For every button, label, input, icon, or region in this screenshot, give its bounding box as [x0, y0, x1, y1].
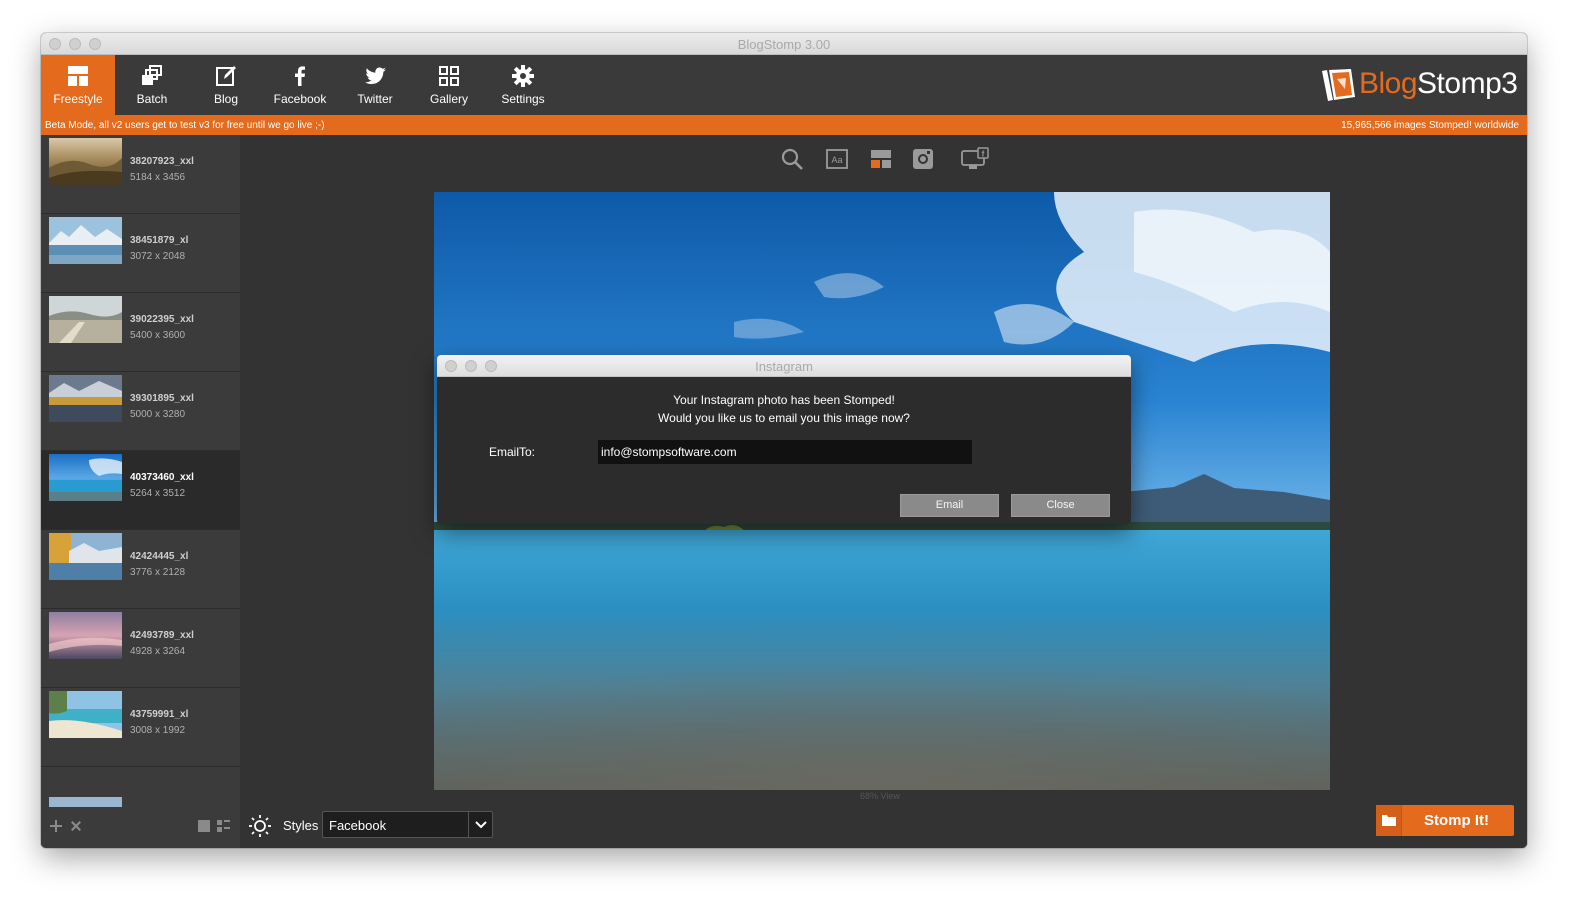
- image-list-item[interactable]: 38207923_xxl 5184 x 3456: [41, 135, 240, 214]
- logo-mark-icon: [1322, 69, 1355, 101]
- close-button[interactable]: Close: [1011, 494, 1110, 517]
- image-dimensions: 5184 x 3456: [130, 172, 186, 183]
- toolbar-facebook[interactable]: Facebook: [263, 55, 337, 115]
- toolbar-label: Facebook: [273, 92, 327, 106]
- window-titlebar: BlogStomp 3.00: [41, 33, 1527, 55]
- email-button[interactable]: Email: [900, 494, 999, 517]
- image-list-item[interactable]: 38451879_xl 3072 x 2048: [41, 214, 240, 293]
- image-list-item[interactable]: 40373460_xxl 5264 x 3512: [41, 451, 240, 530]
- toolbar-gallery[interactable]: Gallery: [412, 55, 486, 115]
- dialog-message-line2: Would you like us to email you this imag…: [658, 411, 910, 425]
- logo-blog-text: Blog: [1359, 67, 1418, 100]
- image-dimensions: 5400 x 3600: [130, 330, 186, 341]
- stomp-folder: [1376, 805, 1402, 836]
- freestyle-icon: [68, 66, 88, 86]
- sidebar-footer: [41, 807, 240, 848]
- beta-message: Beta Mode, all v2 users get to test v3 f…: [45, 120, 325, 131]
- image-dimensions: 5264 x 3512: [130, 488, 186, 499]
- window-title: BlogStomp 3.00: [737, 37, 831, 52]
- thumbnail-image: [49, 533, 122, 580]
- image-list-item[interactable]: 42424445_xl 3776 x 2128: [41, 530, 240, 609]
- image-list-sidebar: 38207923_xxl 5184 x 3456 38451879_xl 307…: [41, 135, 240, 848]
- toolbar-twitter[interactable]: Twitter: [338, 55, 412, 115]
- image-filename: 39301895_xxl: [130, 393, 194, 404]
- image-dimensions: 4928 x 3264: [130, 646, 186, 657]
- list-view-icon[interactable]: [217, 820, 230, 832]
- image-list-item[interactable]: 43759991_xl 3008 x 1992: [41, 688, 240, 767]
- image-dimensions: 5000 x 3280: [130, 409, 186, 420]
- stomp-it-button[interactable]: Stomp It!: [1376, 805, 1514, 836]
- stomp-counter: 15,965,566 images Stomped! worldwide: [1341, 120, 1519, 131]
- beta-banner: Beta Mode, all v2 users get to test v3 f…: [41, 115, 1527, 135]
- instagram-icon[interactable]: [911, 147, 935, 171]
- toolbar-label: Settings: [501, 92, 545, 106]
- dialog-message-line1: Your Instagram photo has been Stomped!: [673, 393, 895, 407]
- thumbnail-image: [49, 691, 122, 738]
- image-filename: 43759991_xl: [130, 709, 189, 720]
- main-toolbar: Freestyle Batch Blog Facebook Twitter Ga…: [41, 55, 1527, 115]
- image-filename: 42493789_xxl: [130, 630, 194, 641]
- instagram-dialog: Instagram Your Instagram photo has been …: [437, 355, 1131, 524]
- gear-icon: [512, 65, 534, 87]
- toolbar-label: Freestyle: [53, 92, 103, 106]
- toolbar-freestyle[interactable]: Freestyle: [41, 55, 115, 115]
- image-list-item[interactable]: 42493789_xxl 4928 x 3264: [41, 609, 240, 688]
- toolbar-label: Gallery: [429, 92, 468, 106]
- image-filename: 39022395_xxl: [130, 314, 194, 325]
- svg-text:Aa: Aa: [831, 155, 842, 165]
- dialog-title: Instagram: [755, 359, 813, 374]
- styles-selected-value: Facebook: [329, 818, 387, 833]
- thumbnail-image: [49, 797, 122, 807]
- thumbnail-image: [49, 612, 122, 659]
- toolbar-label: Batch: [136, 92, 168, 106]
- image-filename: 38451879_xl: [130, 235, 189, 246]
- styles-label: Styles: [283, 818, 319, 833]
- styles-dropdown[interactable]: Facebook: [322, 811, 493, 838]
- image-dimensions: 3072 x 2048: [130, 251, 186, 262]
- image-dimensions: 3776 x 2128: [130, 567, 186, 578]
- facebook-icon: [295, 66, 305, 86]
- facebook-preview-icon[interactable]: f: [960, 147, 990, 171]
- chevron-down-icon: [475, 821, 487, 829]
- text-style-icon[interactable]: Aa: [825, 147, 849, 171]
- dialog-titlebar: Instagram: [437, 355, 1131, 377]
- gallery-grid-icon: [439, 66, 459, 86]
- email-to-label: EmailTo:: [489, 445, 536, 459]
- folder-icon: [1382, 815, 1396, 826]
- layout-icon[interactable]: [869, 147, 893, 171]
- logo-stomp-text: Stomp3: [1417, 67, 1518, 100]
- search-icon[interactable]: [780, 147, 804, 171]
- thumbnail-image: [49, 296, 122, 343]
- toolbar-label: Blog: [213, 92, 239, 106]
- remove-icon[interactable]: [70, 820, 82, 832]
- zoom-level-label: 68% View: [860, 791, 900, 801]
- thumbnail-image: [49, 375, 122, 422]
- toolbar-settings[interactable]: Settings: [486, 55, 560, 115]
- toolbar-label: Twitter: [357, 92, 393, 106]
- stomp-it-label: Stomp It!: [1424, 812, 1489, 829]
- dropdown-arrow[interactable]: [468, 812, 492, 837]
- svg-text:f: f: [982, 150, 985, 159]
- image-filename: 40373460_xxl: [130, 472, 194, 483]
- blogstomp-logo: BlogStomp3: [1319, 65, 1518, 105]
- batch-icon: [142, 65, 162, 85]
- large-thumbnail-view-icon[interactable]: [198, 820, 210, 832]
- image-filename: 42424445_xl: [130, 551, 189, 562]
- twitter-icon: [365, 67, 386, 85]
- image-filename: 38207923_xxl: [130, 156, 194, 167]
- thumbnail-image: [49, 454, 122, 501]
- image-list-item[interactable]: 39022395_xxl 5400 x 3600: [41, 293, 240, 372]
- toolbar-blog[interactable]: Blog: [189, 55, 263, 115]
- brightness-icon[interactable]: [249, 815, 271, 837]
- image-list-item[interactable]: 39301895_xxl 5000 x 3280: [41, 372, 240, 451]
- add-icon[interactable]: [50, 820, 62, 832]
- toolbar-batch[interactable]: Batch: [115, 55, 189, 115]
- thumbnail-image: [49, 217, 122, 264]
- blog-edit-icon: [216, 66, 236, 86]
- image-dimensions: 3008 x 1992: [130, 725, 186, 736]
- email-field[interactable]: [598, 440, 972, 464]
- thumbnail-image: [49, 138, 122, 185]
